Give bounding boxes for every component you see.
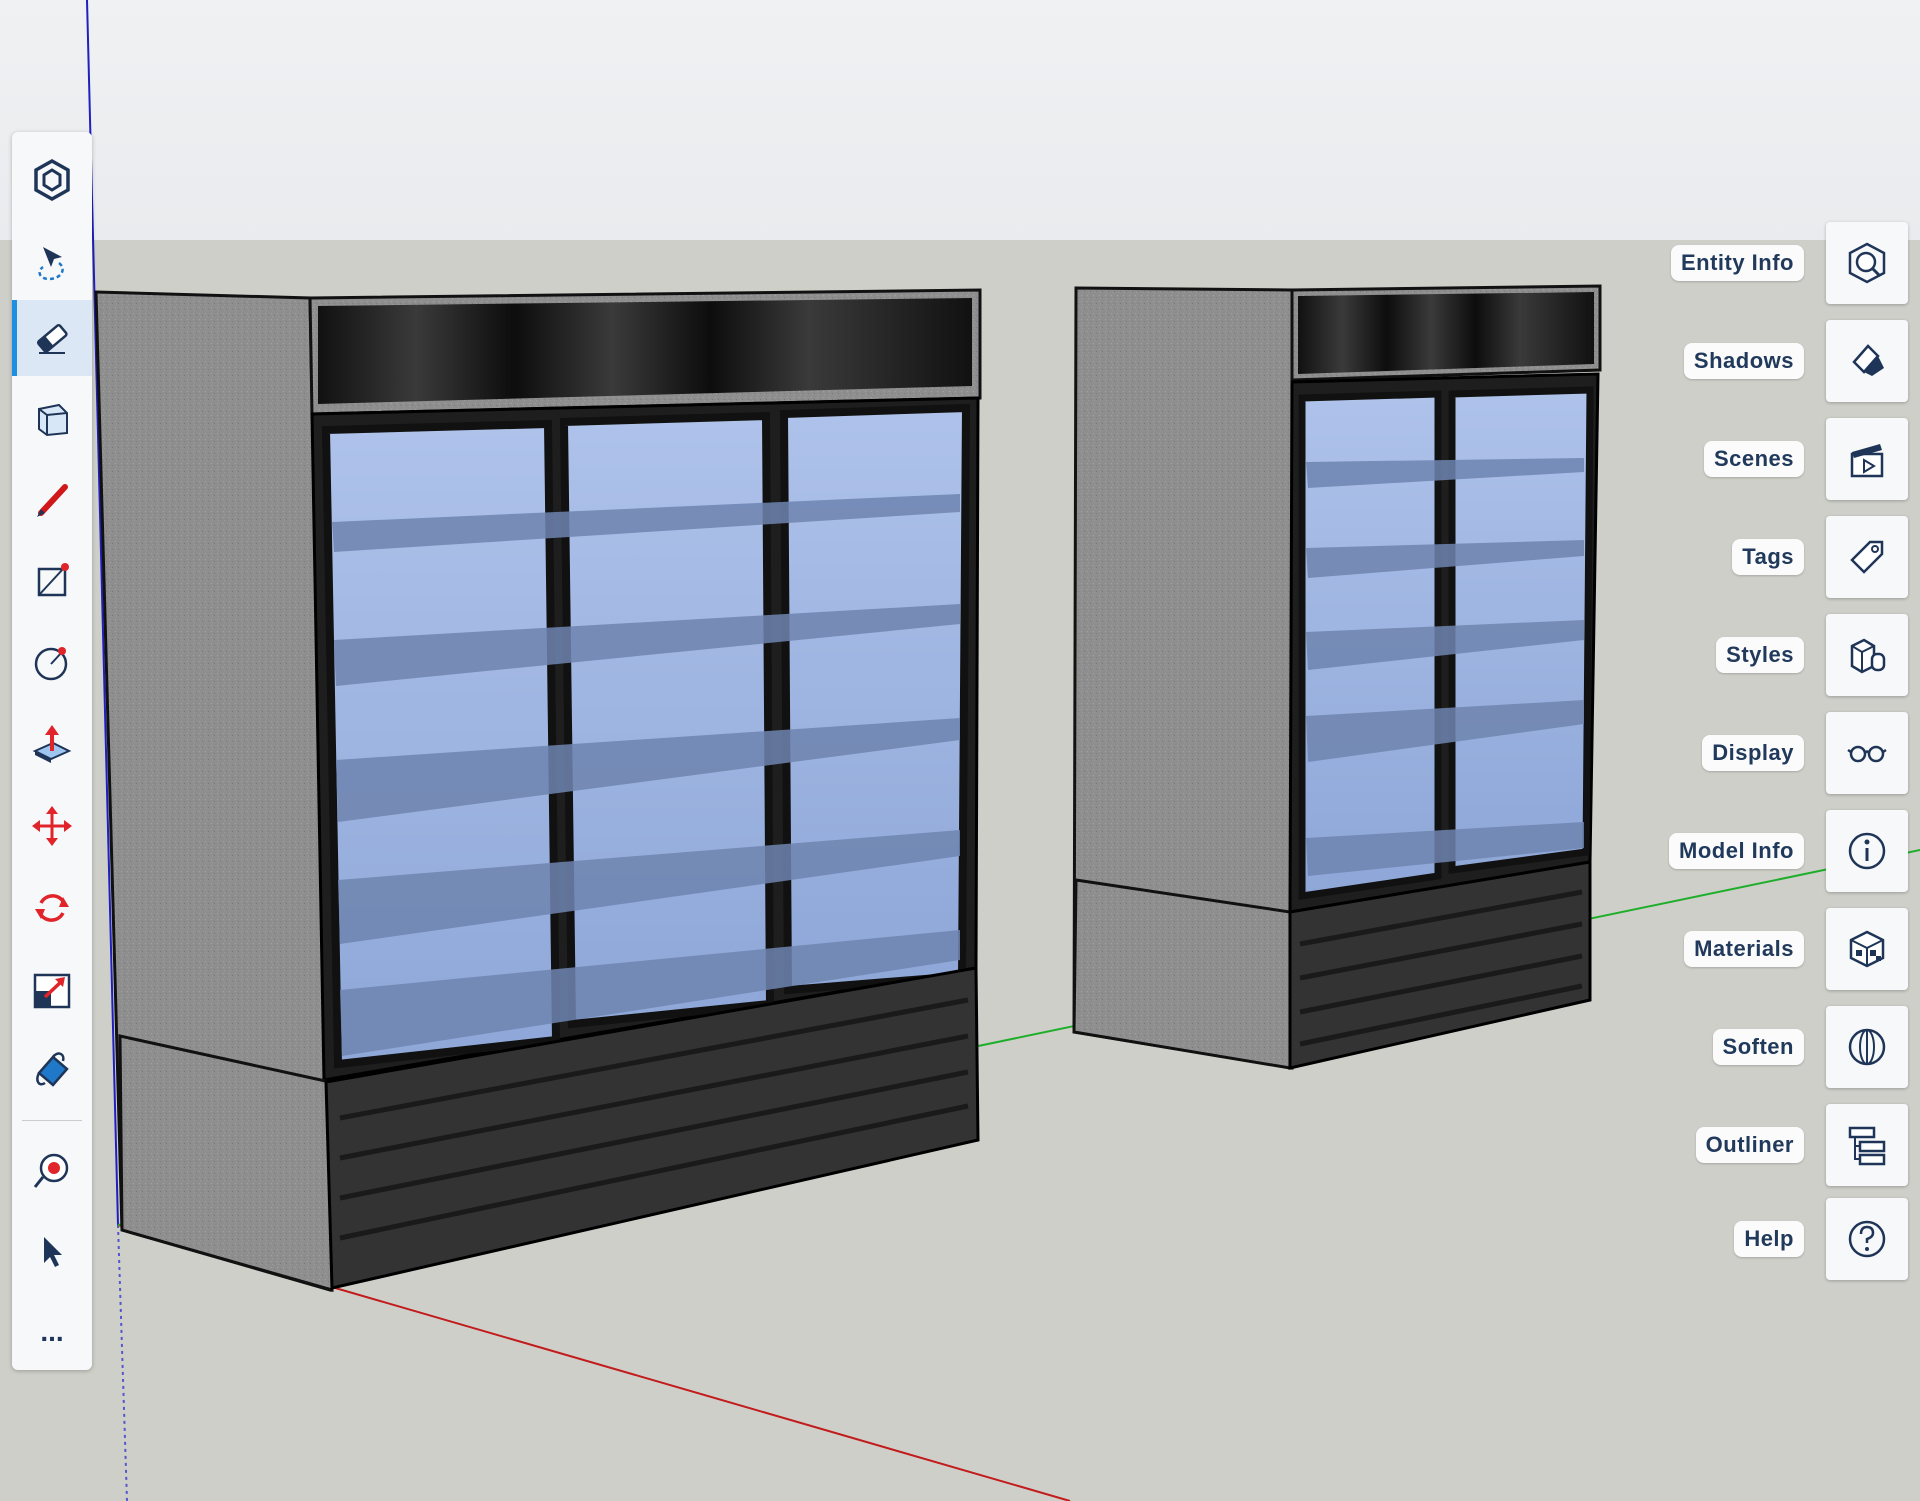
move-icon [32,806,72,846]
panel-label-outliner: Outliner [1695,1127,1804,1163]
outliner-button[interactable] [1826,1104,1908,1186]
panel-label-shadows: Shadows [1683,343,1804,379]
blue-axis-dotted [117,1224,128,1501]
circle-tool[interactable] [12,624,92,700]
scenes-icon [1850,444,1884,478]
left-toolbar: ... [12,132,92,1370]
scale-tool[interactable] [12,952,92,1028]
lasso-select-icon [38,247,64,281]
styles-button[interactable] [1826,614,1908,696]
eraser-icon [36,323,68,354]
push-pull-box-tool[interactable] [12,380,92,456]
cooler-header-panel [318,298,972,404]
styles-icon [1850,638,1886,674]
paint-bucket-icon [36,1052,69,1087]
materials-icon [1849,930,1885,968]
cooler2-header-panel [1298,292,1594,374]
scale-icon [33,973,71,1009]
tape-measure-tool[interactable] [12,1132,92,1208]
cooler2-side-lower [1072,878,1292,1070]
rectangle-line-tool[interactable] [12,542,92,618]
select-tool[interactable] [12,1214,92,1290]
tape-measure-icon [33,1153,69,1188]
rotate-tool[interactable] [12,870,92,946]
outliner-icon [1848,1126,1886,1166]
display-button[interactable] [1826,712,1908,794]
panel-label-display: Display [1702,735,1804,771]
circle-icon [34,647,68,681]
more-tools-button[interactable]: ... [12,1294,92,1370]
select-arrow-icon [44,1237,62,1267]
panel-label-help: Help [1734,1221,1804,1257]
panel-label-entity-info: Entity Info [1670,245,1804,281]
scenes-button[interactable] [1826,418,1908,500]
display-icon [1847,745,1887,763]
panel-label-materials: Materials [1684,931,1804,967]
panel-label-model-info: Model Info [1669,833,1804,869]
panel-label-soften: Soften [1712,1029,1804,1065]
lasso-select-tool[interactable] [12,224,92,300]
model-viewport[interactable] [0,0,1920,1501]
cooler-three-door[interactable] [94,288,982,1293]
help-icon [1848,1220,1886,1258]
push-pull-box-icon [38,403,68,437]
panel-label-scenes: Scenes [1703,441,1804,477]
model-info-button[interactable] [1826,810,1908,892]
pencil-icon [37,484,68,517]
sketchup-logo-button[interactable] [12,142,92,218]
pencil-tool[interactable] [12,462,92,538]
push-pull-icon [32,725,72,763]
paint-bucket-tool[interactable] [12,1032,92,1108]
rectangle-line-icon [37,563,69,597]
tags-button[interactable] [1826,516,1908,598]
cooler-side-lower [118,1034,334,1292]
eraser-tool[interactable] [12,300,92,376]
entity-info-button[interactable] [1826,222,1908,304]
panel-label-styles: Styles [1716,637,1804,673]
toolbar-separator [22,1120,82,1121]
rotate-icon [35,894,69,922]
soften-icon [1848,1028,1886,1066]
push-pull-tool[interactable] [12,706,92,782]
3d-scene[interactable] [0,0,1920,1501]
entity-info-icon [1848,242,1886,284]
model-info-icon [1848,832,1886,870]
move-tool[interactable] [12,788,92,864]
cooler-two-door[interactable] [1072,284,1602,1070]
more-icon: ... [40,1316,64,1347]
tags-icon [1850,540,1884,574]
materials-button[interactable] [1826,908,1908,990]
soften-button[interactable] [1826,1006,1908,1088]
sketchup-logo-icon [34,158,70,202]
panel-label-tags: Tags [1732,539,1804,575]
shadows-button[interactable] [1826,320,1908,402]
help-button[interactable] [1826,1198,1908,1280]
shadows-icon [1852,344,1884,376]
